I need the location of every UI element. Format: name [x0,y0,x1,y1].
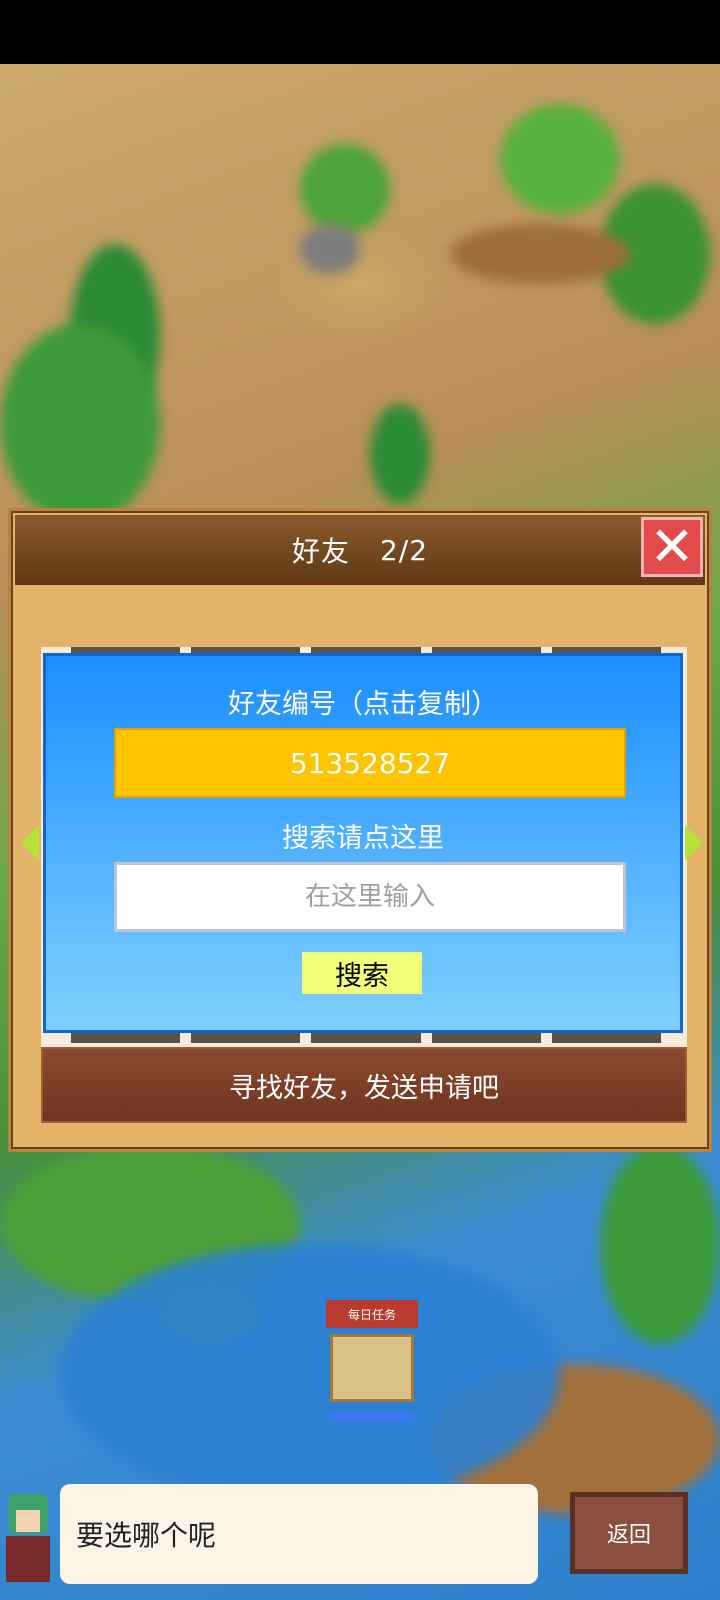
close-icon: ✕ [649,515,695,578]
search-input[interactable] [114,862,626,932]
close-button[interactable]: ✕ [641,517,703,577]
daily-task-label: 每日任务 [326,1300,418,1328]
find-friends-banner[interactable]: 寻找好友，发送申请吧 [41,1047,687,1123]
back-button[interactable]: 返回 [570,1492,688,1574]
friend-code-label: 好友编号（点击复制） [228,689,498,720]
speech-text: 要选哪个呢 [76,1519,217,1552]
daily-task-base [330,1412,414,1422]
friend-code-value: 513528527 [289,746,451,780]
prev-page-arrow-icon[interactable] [21,825,39,861]
next-page-arrow-icon[interactable] [685,825,703,861]
search-label: 搜索请点这里 [282,823,444,854]
friend-search-panel: 好友编号（点击复制） 513528527 搜索请点这里 搜索 [43,653,683,1033]
dialog-title: 好友 [291,535,350,568]
daily-task-marker[interactable]: 每日任务 [326,1300,418,1440]
guide-avatar [0,1486,60,1586]
avatar-face [16,1510,40,1532]
status-bar [0,0,720,64]
speech-bubble: 要选哪个呢 [60,1484,538,1584]
friends-dialog: 好友 2/2 ✕ 好友编号（点击复制） 513528527 搜索请点这里 在这里… [8,508,712,1152]
dialog-header: 好友 2/2 [15,515,705,585]
avatar-body [6,1536,50,1582]
page-indicator: 2/2 [379,533,429,567]
search-button[interactable]: 搜索 [302,952,422,994]
daily-task-chest-icon [330,1334,414,1402]
friend-code-copy-button[interactable]: 513528527 [114,728,626,798]
back-button-label: 返回 [606,1523,651,1548]
